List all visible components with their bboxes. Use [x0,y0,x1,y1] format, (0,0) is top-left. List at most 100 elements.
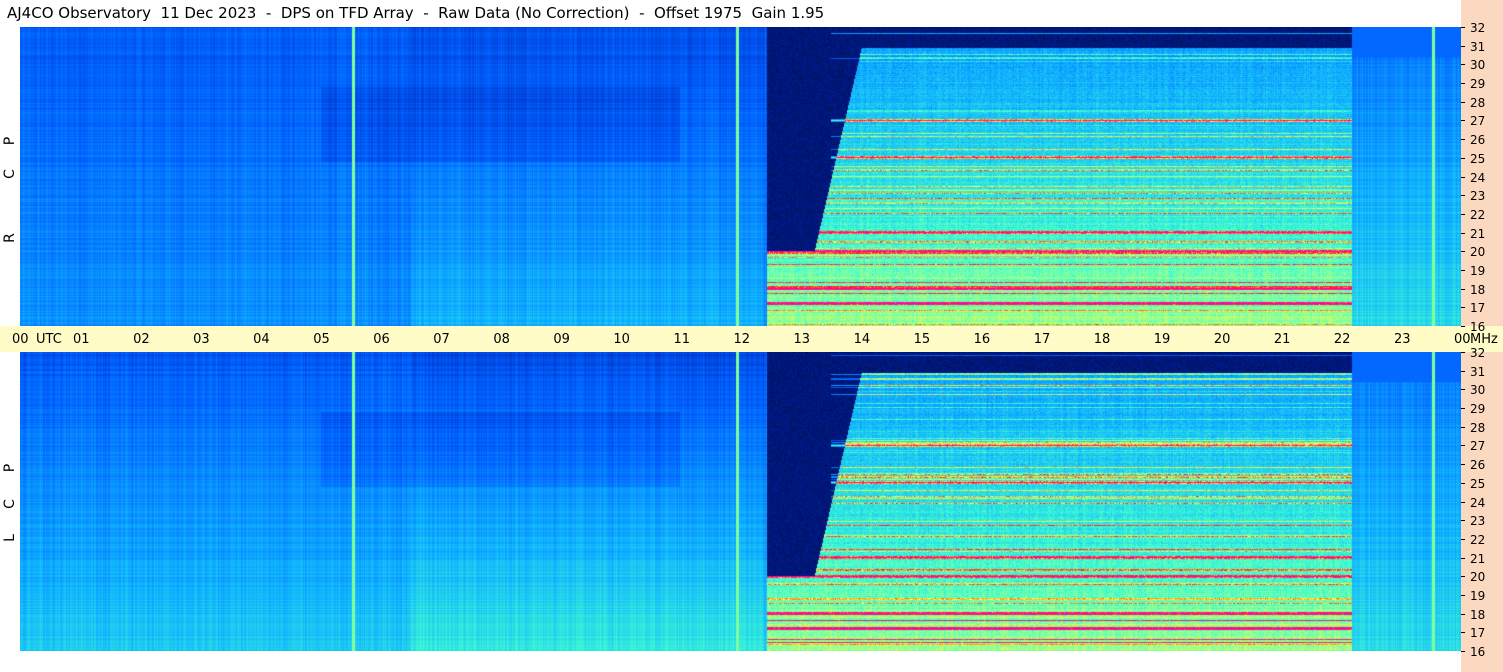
frequency-tick: 29 [1461,77,1503,91]
frequency-tick-mark [1461,520,1465,522]
bottom-margin [0,651,1461,672]
utc-tick-label: 16 [973,332,991,347]
frequency-tick-mark [1461,426,1465,428]
frequency-tick: 22 [1461,208,1503,222]
frequency-tick-mark [1461,576,1465,578]
frequency-tick-mark [1461,157,1465,159]
frequency-tick-label: 16 [1470,645,1486,659]
frequency-tick-label: 29 [1470,402,1486,417]
frequency-tick: 27 [1461,114,1503,128]
frequency-tick-label: 23 [1470,189,1486,204]
utc-tick-label: 14 [853,332,871,347]
utc-tick-label: 07 [433,332,450,347]
frequency-tick-label: 25 [1470,151,1486,166]
frequency-tick-mark [1461,326,1465,327]
frequency-tick: 16 [1461,645,1503,659]
frequency-tick-mark [1461,269,1465,271]
frequency-tick-label: 24 [1470,495,1486,510]
frequency-tick-mark [1461,101,1465,103]
lcp-panel-label: L C P [0,352,20,651]
frequency-tick-mark [1461,464,1465,466]
frequency-tick-label: 17 [1470,301,1486,316]
frequency-tick-mark [1461,213,1465,215]
frequency-tick-label: 19 [1470,263,1486,278]
frequency-tick: 26 [1461,133,1503,147]
frequency-tick-label: 30 [1470,383,1486,398]
mhz-axis-label: MHz [1470,332,1498,347]
frequency-tick-mark [1461,195,1465,197]
frequency-tick-mark [1461,408,1465,410]
frequency-tick-label: 20 [1470,245,1486,260]
frequency-tick-mark [1461,445,1465,447]
frequency-tick: 20 [1461,570,1503,584]
chart-title: AJ4CO Observatory 11 Dec 2023 - DPS on T… [0,0,1462,27]
frequency-tick-label: 17 [1470,626,1486,641]
lcp-label-letter: C [2,499,18,509]
frequency-tick-label: 25 [1470,476,1486,491]
utc-tick-label: 00 [1454,332,1471,347]
frequency-tick: 30 [1461,383,1503,397]
frequency-tick-mark [1461,632,1465,634]
frequency-tick: 17 [1461,301,1503,315]
frequency-tick: 32 [1461,21,1503,35]
frequency-tick-label: 22 [1470,532,1486,547]
frequency-tick-mark [1461,176,1465,178]
utc-tick-label: 17 [1033,332,1051,347]
frequency-tick-mark [1461,501,1465,503]
frequency-tick: 25 [1461,152,1503,166]
frequency-tick-mark [1461,307,1465,309]
frequency-tick-mark [1461,651,1465,652]
utc-tick-label: 06 [373,332,390,347]
frequency-tick-label: 31 [1470,364,1486,379]
frequency-tick-label: 31 [1470,39,1486,54]
frequency-tick-label: 23 [1470,514,1486,529]
frequency-tick: 24 [1461,496,1503,510]
utc-axis-label: UTC [36,332,62,347]
frequency-tick-label: 24 [1470,170,1486,185]
frequency-tick-mark [1461,45,1465,47]
rcp-heatmap-canvas [20,27,1461,326]
utc-tick-label: 08 [493,332,510,347]
utc-tick-label: 21 [1273,332,1291,347]
rcp-label-letter: R [2,233,18,243]
frequency-tick-label: 21 [1470,551,1486,566]
frequency-tick-mark [1461,288,1465,290]
utc-tick-label: 01 [73,332,90,347]
frequency-tick: 28 [1461,96,1503,110]
frequency-tick: 30 [1461,58,1503,72]
rcp-label-letter: C [2,169,18,179]
utc-tick-label: 02 [133,332,150,347]
frequency-tick: 20 [1461,245,1503,259]
frequency-tick: 27 [1461,439,1503,453]
frequency-tick-label: 18 [1470,607,1486,622]
utc-tick-label: 18 [1093,332,1111,347]
frequency-tick-mark [1461,232,1465,234]
frequency-tick-label: 22 [1470,207,1486,222]
utc-tick-label: 03 [193,332,210,347]
frequency-tick-label: 29 [1470,77,1486,92]
utc-tick-label: 11 [673,332,690,347]
frequency-tick: 25 [1461,477,1503,491]
utc-tick-label: 20 [1213,332,1231,347]
frequency-tick-label: 28 [1470,420,1486,435]
rcp-panel-label: R C P [0,27,20,326]
lcp-spectrogram [20,352,1461,651]
frequency-tick: 24 [1461,171,1503,185]
frequency-tick-mark [1461,120,1465,122]
rcp-label-letter: P [2,136,18,146]
frequency-tick: 32 [1461,346,1503,360]
frequency-tick-mark [1461,251,1465,253]
utc-tick-label: 15 [913,332,931,347]
frequency-tick-label: 28 [1470,95,1486,110]
frequency-tick-mark [1461,27,1465,28]
frequency-tick: 23 [1461,189,1503,203]
utc-tick-label: 10 [613,332,630,347]
frequency-tick: 18 [1461,608,1503,622]
frequency-tick-mark [1461,139,1465,141]
frequency-tick: 31 [1461,40,1503,54]
frequency-tick-label: 32 [1470,346,1486,360]
utc-tick-label: 22 [1333,332,1351,347]
frequency-tick: 21 [1461,552,1503,566]
frequency-tick-mark [1461,83,1465,85]
frequency-tick: 29 [1461,402,1503,416]
